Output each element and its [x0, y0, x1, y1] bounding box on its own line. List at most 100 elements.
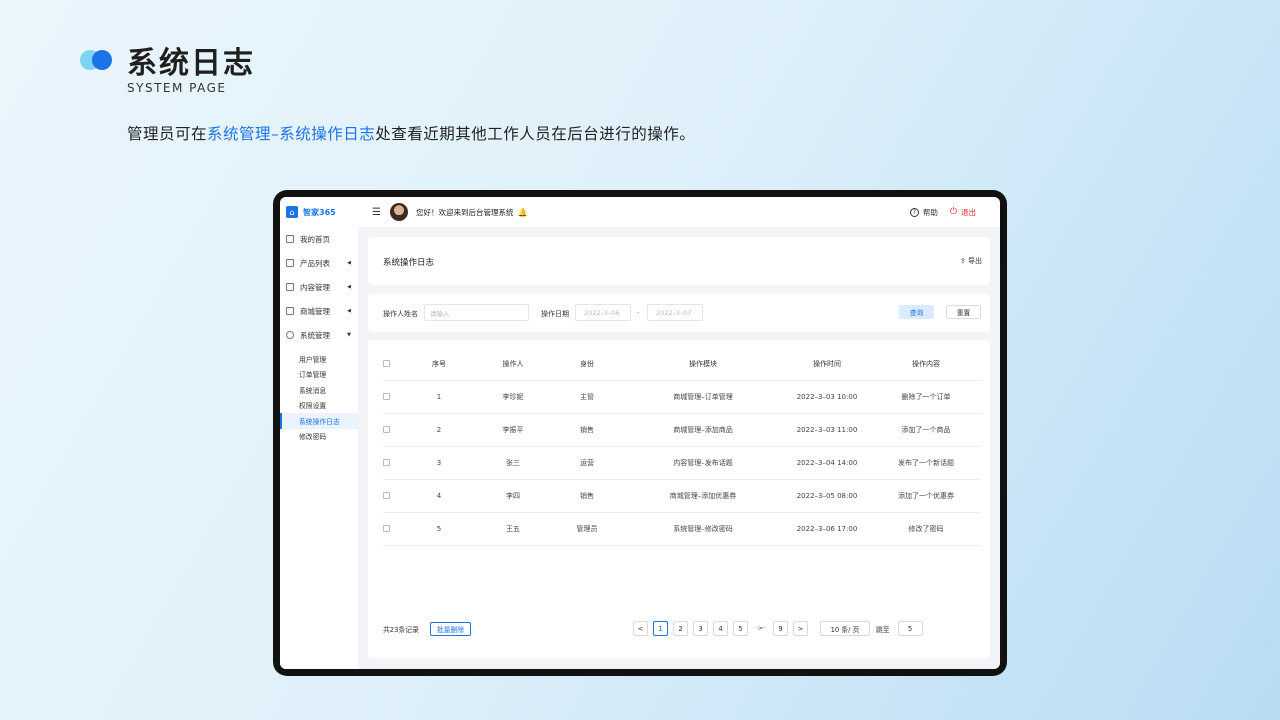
table-row: 1 李珍妮 主管 商城管理–订单管理 2022–3–03 10:00 删除了一个… [383, 381, 981, 414]
table-footer: 共23条记录 批量删除 < 1 2 3 4 5 ·>· 9 > 10 条/ 页 … [383, 621, 980, 637]
cell-content: 发布了一个新话题 [898, 459, 954, 467]
reset-button[interactable]: 重置 [946, 305, 981, 319]
filter-card: 操作人姓名 请输入 操作日期 2022–3–06 - 2022–3–07 查询 … [368, 294, 990, 332]
caret-left-icon: ◀ [347, 260, 351, 266]
cell-module: 商城管理–订单管理 [673, 393, 733, 401]
slide-title: 系统日志 [127, 46, 255, 81]
avatar[interactable] [389, 203, 408, 221]
batch-delete-button[interactable]: 批量删除 [429, 622, 472, 636]
select-all-checkbox[interactable] [383, 359, 390, 367]
cell-index: 5 [436, 525, 442, 533]
menu-toggle-icon[interactable]: ☰ [372, 207, 381, 218]
grid-icon [286, 259, 294, 267]
page-size-select[interactable]: 10 条/ 页 [820, 621, 870, 636]
cell-content: 添加了一个优惠券 [898, 492, 954, 500]
page-button-last[interactable]: 9 [773, 621, 788, 636]
bell-icon[interactable]: 🔔 [517, 208, 527, 217]
log-table-card: 序号 操作人 身份 操作模块 操作时间 操作内容 1 李珍妮 主管 商城管理–订… [368, 340, 990, 658]
cell-operator: 李珍妮 [502, 393, 524, 401]
card-title: 系统操作日志 [383, 258, 435, 268]
cell-operator: 王五 [506, 525, 520, 533]
page-button-4[interactable]: 4 [713, 621, 728, 636]
power-icon[interactable]: ⏻ [950, 207, 957, 217]
help-icon[interactable]: ? [909, 207, 919, 217]
top-bar: ⌂ 智家365 ☰ 您好！欢迎来到后台管理系统 🔔 ? 帮助 ⏻ 退出 [280, 197, 1000, 227]
row-checkbox[interactable] [383, 524, 390, 532]
column-header: 身份 [580, 360, 594, 368]
cell-index: 4 [436, 492, 442, 500]
slide-subtitle: SYSTEM PAGE [127, 81, 227, 95]
sidebar-subitem-orders[interactable]: 订单管理 [280, 367, 358, 383]
date-separator: - [637, 309, 640, 317]
cell-content: 删除了一个订单 [901, 393, 951, 401]
row-checkbox[interactable] [383, 458, 390, 466]
cell-role: 管理员 [576, 525, 598, 533]
log-table: 序号 操作人 身份 操作模块 操作时间 操作内容 1 李珍妮 主管 商城管理–订… [383, 348, 981, 546]
query-button[interactable]: 查询 [899, 305, 934, 319]
cell-time: 2022–3–06 17:00 [796, 525, 858, 533]
cell-operator: 李四 [506, 492, 520, 500]
brand[interactable]: ⌂ 智家365 [280, 206, 358, 218]
column-header: 操作时间 [813, 360, 841, 368]
document-icon [286, 283, 294, 291]
slide-logo-dots [80, 50, 116, 70]
cell-time: 2022–3–03 11:00 [796, 426, 858, 434]
row-checkbox[interactable] [383, 425, 390, 433]
sidebar-subitem-permissions[interactable]: 权限设置 [280, 398, 358, 414]
operator-name-input[interactable]: 请输入 [424, 304, 529, 321]
welcome-text: 您好！欢迎来到后台管理系统 [415, 207, 514, 217]
home-icon [286, 235, 294, 243]
cell-role: 主管 [580, 393, 594, 401]
prev-page-button[interactable]: < [633, 621, 648, 636]
cell-role: 运营 [580, 459, 594, 467]
date-start-input[interactable]: 2022–3–06 [575, 304, 631, 321]
cell-module: 系统管理–修改密码 [673, 525, 733, 533]
date-end-input[interactable]: 2022–3–07 [647, 304, 703, 321]
tablet-frame: ⌂ 智家365 ☰ 您好！欢迎来到后台管理系统 🔔 ? 帮助 ⏻ 退出 我的首页… [273, 190, 1007, 676]
next-page-button[interactable]: > [793, 621, 808, 636]
sidebar-subitem-messages[interactable]: 系统消息 [280, 382, 358, 398]
page-button-1[interactable]: 1 [653, 621, 668, 636]
cell-operator: 李振平 [502, 426, 524, 434]
caret-down-icon: ▼ [347, 332, 351, 338]
cell-time: 2022–3–04 14:00 [796, 459, 858, 467]
caret-left-icon: ◀ [347, 284, 351, 290]
sidebar-item-mall[interactable]: 商城管理 ◀ [280, 299, 358, 323]
cell-operator: 张三 [506, 459, 520, 467]
column-header: 序号 [432, 360, 446, 368]
table-row: 2 李振平 销售 商城管理–添加商品 2022–3–03 11:00 添加了一个… [383, 414, 981, 447]
sidebar-subitem-operation-log[interactable]: 系统操作日志 [280, 413, 358, 429]
cell-role: 销售 [580, 426, 594, 434]
sidebar-subitem-password[interactable]: 修改密码 [280, 429, 358, 445]
operation-date-label: 操作日期 [541, 310, 569, 318]
sidebar-item-home[interactable]: 我的首页 [280, 227, 358, 251]
page-button-3[interactable]: 3 [693, 621, 708, 636]
table-row: 3 张三 运营 内容管理–发布话题 2022–3–04 14:00 发布了一个新… [383, 447, 981, 480]
cell-role: 销售 [580, 492, 594, 500]
cell-index: 3 [436, 459, 442, 467]
sidebar-item-system[interactable]: 系统管理 ▼ [280, 323, 358, 347]
row-checkbox[interactable] [383, 392, 390, 400]
cell-time: 2022–3–03 10:00 [796, 393, 858, 401]
help-link[interactable]: 帮助 [923, 207, 938, 218]
page-button-2[interactable]: 2 [673, 621, 688, 636]
table-row: 5 王五 管理员 系统管理–修改密码 2022–3–06 17:00 修改了密码 [383, 513, 981, 546]
home-logo-icon: ⌂ [286, 206, 298, 218]
cell-index: 1 [436, 393, 442, 401]
cell-module: 商城管理–添加商品 [673, 426, 733, 434]
cell-content: 修改了密码 [908, 525, 944, 533]
export-button[interactable]: ⇪ 导出 [960, 256, 982, 266]
logout-link[interactable]: 退出 [961, 207, 976, 218]
jump-page-input[interactable]: 5 [897, 621, 923, 636]
cell-index: 2 [436, 426, 442, 434]
sidebar-subitem-users[interactable]: 用户管理 [280, 351, 358, 367]
total-records: 共23条记录 [383, 626, 419, 634]
upload-icon: ⇪ [959, 257, 966, 265]
sidebar-item-products[interactable]: 产品列表 ◀ [280, 251, 358, 275]
caret-left-icon: ◀ [347, 308, 351, 314]
row-checkbox[interactable] [383, 491, 390, 499]
page-ellipsis[interactable]: ·>· [753, 625, 768, 632]
page-button-5[interactable]: 5 [733, 621, 748, 636]
operator-name-label: 操作人姓名 [383, 310, 418, 318]
sidebar-item-content[interactable]: 内容管理 ◀ [280, 275, 358, 299]
